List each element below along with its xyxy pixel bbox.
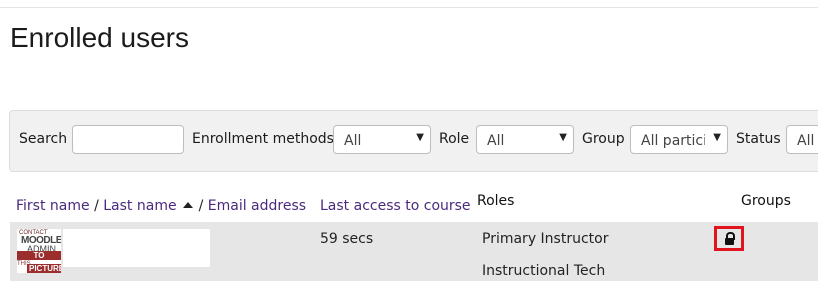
sort-email-link[interactable]: Email address	[208, 198, 306, 214]
dropdown-arrow-icon: ▼	[713, 132, 721, 143]
page-title: Enrolled users	[10, 22, 189, 53]
top-border	[0, 0, 818, 8]
sort-ascending-icon	[182, 202, 193, 208]
avatar[interactable]: CONTACT MOODLE ADMIN TO UPDATE THIS PICT…	[17, 229, 61, 273]
enrollment-methods-value: All	[344, 133, 362, 149]
status-label: Status	[736, 131, 781, 147]
status-select[interactable]: All	[786, 125, 818, 154]
group-select[interactable]: All partici ▼	[630, 125, 728, 154]
redacted-user-name	[63, 229, 210, 267]
role-select[interactable]: All ▼	[476, 125, 574, 154]
role-item: Instructional Tech	[482, 263, 606, 279]
dropdown-arrow-icon: ▼	[416, 132, 424, 143]
group-label: Group	[582, 131, 625, 147]
roles-column-header: Roles	[477, 193, 515, 209]
enrollment-methods-select[interactable]: All ▼	[333, 125, 431, 154]
search-input[interactable]	[72, 125, 184, 154]
header-separator: /	[198, 198, 204, 214]
sort-first-name-link[interactable]: First name	[16, 198, 90, 214]
role-value: All	[487, 133, 505, 149]
group-value: All partici	[641, 133, 705, 149]
status-value: All	[797, 133, 815, 149]
sort-last-access-link[interactable]: Last access to course	[320, 198, 471, 214]
role-label: Role	[439, 131, 470, 147]
header-separator: /	[94, 198, 99, 214]
lock-icon	[725, 238, 734, 245]
search-label: Search	[19, 131, 68, 147]
name-column-header: First name / Last name / Email address	[16, 198, 306, 214]
enrollment-methods-label: Enrollment methods	[192, 131, 334, 147]
avatar-text: PICTURE	[27, 264, 61, 273]
groups-column-header: Groups	[741, 193, 791, 209]
role-item: Primary Instructor	[482, 231, 609, 247]
sort-last-name-link[interactable]: Last name	[103, 198, 176, 214]
group-lock-icon[interactable]	[714, 226, 744, 251]
last-access-value: 59 secs	[320, 231, 374, 247]
dropdown-arrow-icon: ▼	[559, 132, 567, 143]
avatar-text: TO UPDATE	[17, 251, 61, 269]
